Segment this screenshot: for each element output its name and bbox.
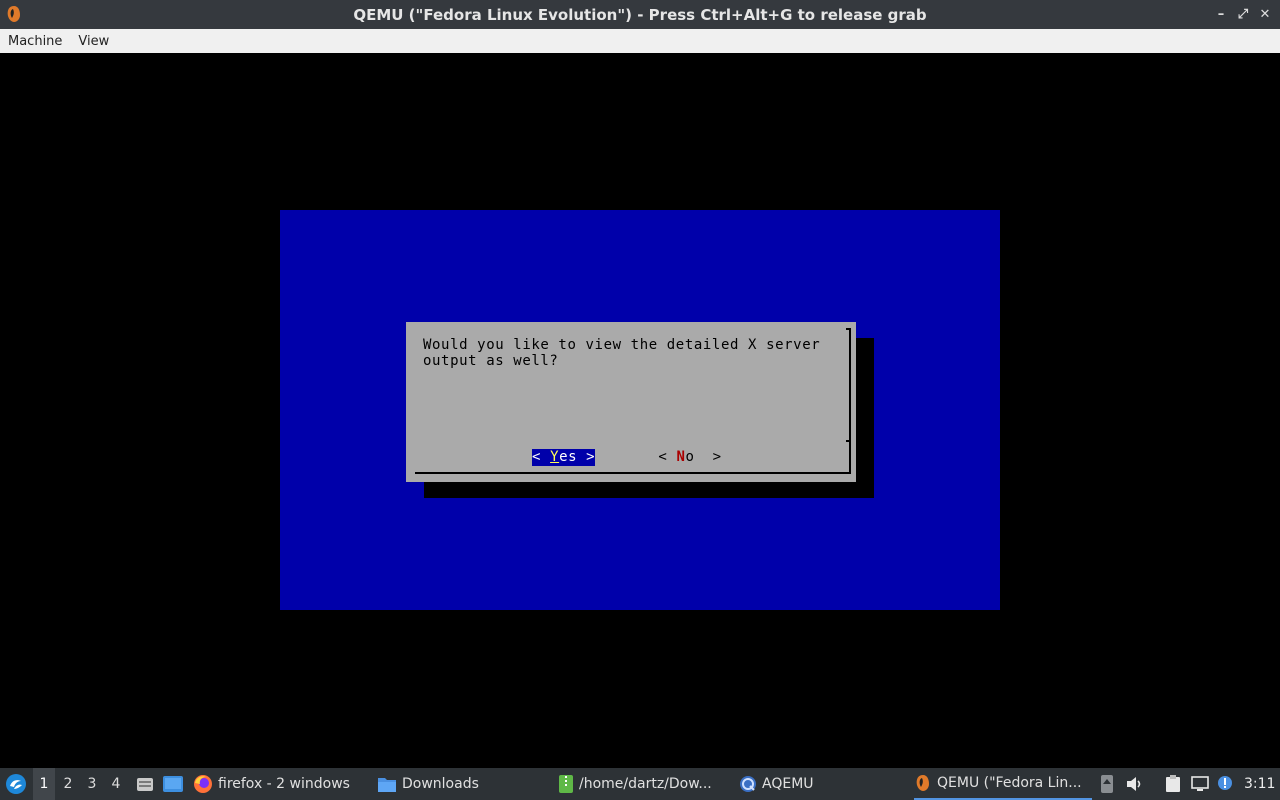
task-archive[interactable]: /home/dartz/Dow... <box>558 768 728 800</box>
volume-control[interactable] <box>1125 768 1145 800</box>
network-icon <box>1191 776 1209 791</box>
task-downloads[interactable]: Downloads <box>377 768 547 800</box>
task-aqemu[interactable]: AQEMU <box>739 768 909 800</box>
task-label-downloads: Downloads <box>402 776 479 792</box>
window-titlebar[interactable]: QEMU ("Fedora Linux Evolution") - Press … <box>0 0 1280 29</box>
qemu-icon <box>7 6 20 22</box>
minimize-button[interactable]: – <box>1212 7 1230 22</box>
desktop-3[interactable]: 3 <box>81 768 103 800</box>
task-qemu[interactable]: QEMU ("Fedora Lin... <box>914 768 1092 800</box>
yes-button[interactable]: < Yes > <box>532 449 595 466</box>
yes-bracket-left: < <box>532 449 551 465</box>
dialog-message-line-2: output as well? <box>423 353 559 369</box>
dialog-frame-bottom <box>415 472 851 474</box>
clipboard-icon <box>1166 775 1180 792</box>
confirm-dialog: Would you like to view the detailed X se… <box>406 322 856 482</box>
dialog-frame-corner <box>846 328 851 330</box>
no-bracket-left: < <box>658 449 677 465</box>
clipboard-tray[interactable] <box>1163 768 1183 800</box>
guest-display[interactable]: Would you like to view the detailed X se… <box>0 53 1280 768</box>
aqemu-icon <box>740 776 756 792</box>
window-controls: – ⤢ ✕ <box>1212 0 1274 29</box>
desktop-4[interactable]: 4 <box>105 768 127 800</box>
dialog-message-line-1: Would you like to view the detailed X se… <box>423 337 821 353</box>
maximize-button[interactable]: ⤢ <box>1234 7 1252 22</box>
archive-icon <box>559 775 573 793</box>
yes-hotkey: Y <box>550 449 560 465</box>
qemu-icon <box>916 775 929 791</box>
menubar: Machine View <box>0 29 1280 54</box>
file-manager-launcher[interactable] <box>135 768 155 800</box>
tray-expand[interactable] <box>1099 768 1115 800</box>
task-label-archive: /home/dartz/Dow... <box>579 776 712 792</box>
close-button[interactable]: ✕ <box>1256 7 1274 22</box>
firefox-icon <box>194 775 212 793</box>
no-button[interactable]: < No > <box>657 449 723 466</box>
dialog-message: Would you like to view the detailed X se… <box>423 337 833 369</box>
update-notifier[interactable] <box>1216 768 1234 800</box>
menu-view[interactable]: View <box>70 34 117 49</box>
task-label-aqemu: AQEMU <box>762 776 814 792</box>
desktop-1[interactable]: 1 <box>33 768 55 800</box>
volume-icon <box>1127 777 1141 791</box>
show-desktop-launcher[interactable] <box>162 768 184 800</box>
yes-label-rest: es > <box>559 449 596 465</box>
task-firefox[interactable]: firefox - 2 windows <box>193 768 363 800</box>
menu-machine[interactable]: Machine <box>0 34 70 49</box>
clock[interactable]: 3:11 <box>1244 768 1275 800</box>
window-title: QEMU ("Fedora Linux Evolution") - Press … <box>353 5 927 24</box>
dialog-frame-right <box>849 328 851 474</box>
file-manager-icon <box>137 778 153 791</box>
desktop-2[interactable]: 2 <box>57 768 79 800</box>
task-label-qemu: QEMU ("Fedora Lin... <box>937 775 1082 791</box>
no-label-rest: o > <box>685 449 722 465</box>
network-tray[interactable] <box>1190 768 1210 800</box>
taskbar: 1 2 3 4 firefox - 2 windows Downloads /h… <box>0 768 1280 800</box>
desktop-icon <box>163 776 183 792</box>
tray-up-arrow-icon <box>1101 775 1113 793</box>
dialog-separator-tick <box>846 440 851 442</box>
task-label-firefox: firefox - 2 windows <box>218 776 350 792</box>
start-menu-button[interactable] <box>4 768 28 800</box>
lubuntu-logo-icon <box>6 774 26 794</box>
update-notifier-icon <box>1218 776 1232 790</box>
folder-icon <box>378 778 396 792</box>
